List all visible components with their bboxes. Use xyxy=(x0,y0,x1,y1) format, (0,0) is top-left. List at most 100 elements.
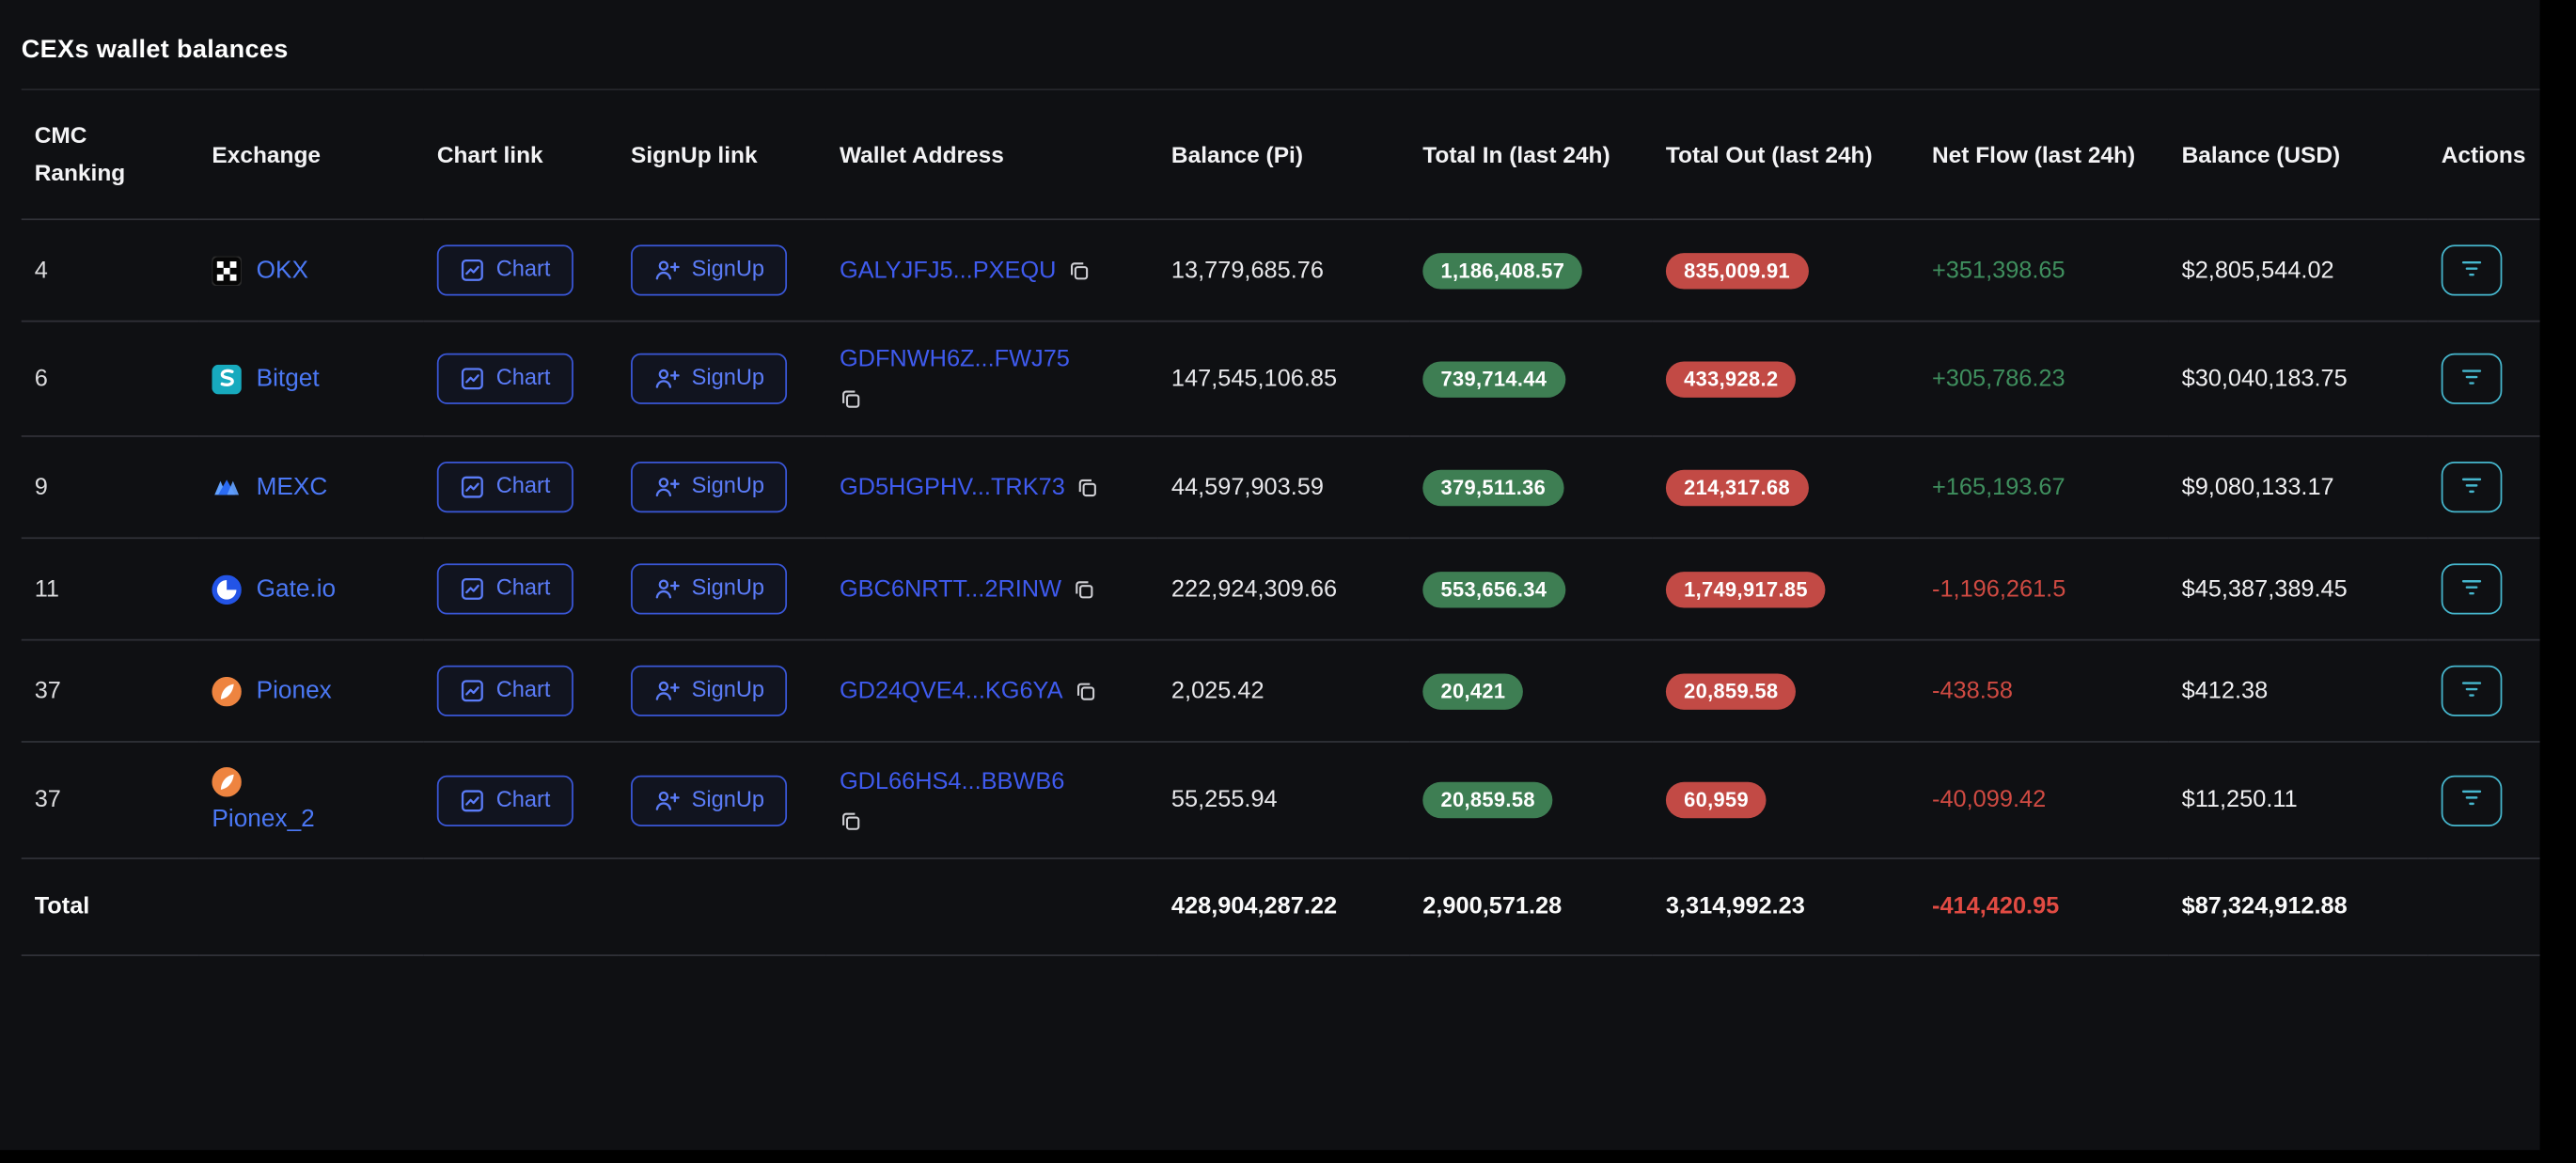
cmc-rank: 11 xyxy=(35,576,59,603)
exchange-link[interactable]: MEXC xyxy=(257,474,328,502)
person-plus-icon xyxy=(653,259,680,283)
balance-pi: 2,025.42 xyxy=(1171,678,1264,704)
row-actions-button[interactable] xyxy=(2442,245,2503,296)
wallet-cell: GBC6NRTT...2RINW xyxy=(840,576,1142,603)
chart-button[interactable]: Chart xyxy=(437,462,573,512)
chart-button-label: Chart xyxy=(496,788,551,812)
cmc-rank: 9 xyxy=(35,474,48,500)
copy-icon[interactable] xyxy=(1068,259,1091,282)
cmc-rank: 6 xyxy=(35,366,48,392)
balance-usd: $45,387,389.45 xyxy=(2182,576,2348,603)
net-flow-value: -438.58 xyxy=(1932,678,2013,704)
copy-icon[interactable] xyxy=(1075,680,1097,702)
exchange-link[interactable]: Bitget xyxy=(257,365,320,393)
signup-button[interactable]: SignUp xyxy=(631,354,787,404)
copy-icon[interactable] xyxy=(1076,476,1099,498)
net-flow-value: -40,099.42 xyxy=(1932,787,2046,813)
total-in-badge: 20,421 xyxy=(1422,673,1523,709)
cex-balances-table: CMC Ranking Exchange Chart link SignUp l… xyxy=(22,88,2540,956)
chart-button-label: Chart xyxy=(496,475,551,499)
exchange-link[interactable]: OKX xyxy=(257,257,308,285)
balance-pi: 13,779,685.76 xyxy=(1171,258,1324,284)
viewport: CEXs wallet balances CMC Ranking Exchang… xyxy=(0,0,2576,1163)
net-flow-value: +165,193.67 xyxy=(1932,474,2066,500)
table-row: 6 Bitget Chart SignUp GDFNWH6Z...FWJ75 xyxy=(22,322,2540,436)
total-balance-usd: $87,324,912.88 xyxy=(2182,894,2348,920)
total-out-sum: 3,314,992.23 xyxy=(1666,894,1805,920)
signup-button-label: SignUp xyxy=(692,577,764,602)
total-in-sum: 2,900,571.28 xyxy=(1422,894,1562,920)
pionex-logo-icon xyxy=(212,676,241,705)
row-actions-button[interactable] xyxy=(2442,354,2503,404)
copy-icon[interactable] xyxy=(840,388,862,411)
exchange-cell: Pionex_2 xyxy=(212,767,407,833)
copy-icon[interactable] xyxy=(1073,578,1095,601)
person-plus-icon xyxy=(653,367,680,391)
balance-pi: 147,545,106.85 xyxy=(1171,366,1337,392)
signup-button[interactable]: SignUp xyxy=(631,462,787,512)
chart-button[interactable]: Chart xyxy=(437,564,573,615)
row-actions-button[interactable] xyxy=(2442,462,2503,512)
chart-icon xyxy=(460,577,484,602)
chart-button-label: Chart xyxy=(496,679,551,703)
column-header-cmc-ranking: CMC Ranking xyxy=(22,89,199,219)
wallet-address-link[interactable]: GBC6NRTT...2RINW xyxy=(840,576,1061,603)
exchange-link[interactable]: Pionex xyxy=(257,677,332,705)
column-header-actions: Actions xyxy=(2428,89,2540,219)
cmc-rank: 4 xyxy=(35,258,48,284)
filter-icon xyxy=(2459,474,2484,500)
signup-button[interactable]: SignUp xyxy=(631,245,787,296)
wallet-cell: GALYJFJ5...PXEQU xyxy=(840,258,1142,284)
total-in-badge: 739,714.44 xyxy=(1422,361,1564,397)
balance-pi: 55,255.94 xyxy=(1171,787,1278,813)
wallet-address-link[interactable]: GDL66HS4...BBWB6 xyxy=(840,768,1064,794)
filter-icon xyxy=(2459,576,2484,603)
row-actions-button[interactable] xyxy=(2442,666,2503,716)
wallet-address-link[interactable]: GALYJFJ5...PXEQU xyxy=(840,258,1056,284)
mexc-logo-icon xyxy=(212,473,241,502)
table-row: 37 Pionex_2 Chart SignUp GDL66HS4...BBWB… xyxy=(22,742,2540,858)
filter-icon xyxy=(2459,787,2484,813)
exchange-link[interactable]: Gate.io xyxy=(257,575,337,604)
wallet-address-link[interactable]: GD5HGPHV...TRK73 xyxy=(840,474,1065,500)
wallet-cell: GD5HGPHV...TRK73 xyxy=(840,474,1142,500)
pionex-logo-icon xyxy=(212,767,241,796)
wallet-cell: GDFNWH6Z...FWJ75 xyxy=(840,347,1142,411)
okx-logo-icon xyxy=(212,256,241,285)
signup-button[interactable]: SignUp xyxy=(631,564,787,615)
column-header-balance-pi: Balance (Pi) xyxy=(1158,89,1409,219)
chart-button[interactable]: Chart xyxy=(437,354,573,404)
chart-button[interactable]: Chart xyxy=(437,775,573,825)
balance-usd: $2,805,544.02 xyxy=(2182,258,2334,284)
balance-usd: $412.38 xyxy=(2182,678,2269,704)
table-row: 4 OKX Chart SignUp GALYJFJ5...PXEQU xyxy=(22,220,2540,322)
bitget-logo-icon xyxy=(212,364,241,393)
wallet-address-link[interactable]: GD24QVE4...KG6YA xyxy=(840,678,1063,704)
total-row: Total 428,904,287.22 2,900,571.28 3,314,… xyxy=(22,858,2540,955)
table-footer: Total 428,904,287.22 2,900,571.28 3,314,… xyxy=(22,858,2540,955)
chart-button-label: Chart xyxy=(496,367,551,391)
balance-usd: $30,040,183.75 xyxy=(2182,366,2348,392)
signup-button[interactable]: SignUp xyxy=(631,775,787,825)
row-actions-button[interactable] xyxy=(2442,775,2503,825)
row-actions-button[interactable] xyxy=(2442,564,2503,615)
header-row: CMC Ranking Exchange Chart link SignUp l… xyxy=(22,89,2540,219)
total-in-badge: 1,186,408.57 xyxy=(1422,253,1582,289)
balance-pi: 44,597,903.59 xyxy=(1171,474,1324,500)
chart-button[interactable]: Chart xyxy=(437,245,573,296)
chart-icon xyxy=(460,788,484,812)
total-in-badge: 553,656.34 xyxy=(1422,572,1564,607)
balance-usd: $9,080,133.17 xyxy=(2182,474,2334,500)
table-row: 11 Gate.io Chart SignUp GBC6NRTT...2RINW xyxy=(22,539,2540,640)
exchange-link[interactable]: Pionex_2 xyxy=(212,806,314,834)
chart-icon xyxy=(460,367,484,391)
chart-button[interactable]: Chart xyxy=(437,666,573,716)
wallet-address-link[interactable]: GDFNWH6Z...FWJ75 xyxy=(840,347,1070,373)
column-header-total-in: Total In (last 24h) xyxy=(1409,89,1653,219)
exchange-cell: Gate.io xyxy=(212,574,407,604)
filter-icon xyxy=(2459,366,2484,392)
table-header: CMC Ranking Exchange Chart link SignUp l… xyxy=(22,89,2540,219)
signup-button[interactable]: SignUp xyxy=(631,666,787,716)
copy-icon[interactable] xyxy=(840,809,862,832)
column-header-wallet-address: Wallet Address xyxy=(826,89,1158,219)
